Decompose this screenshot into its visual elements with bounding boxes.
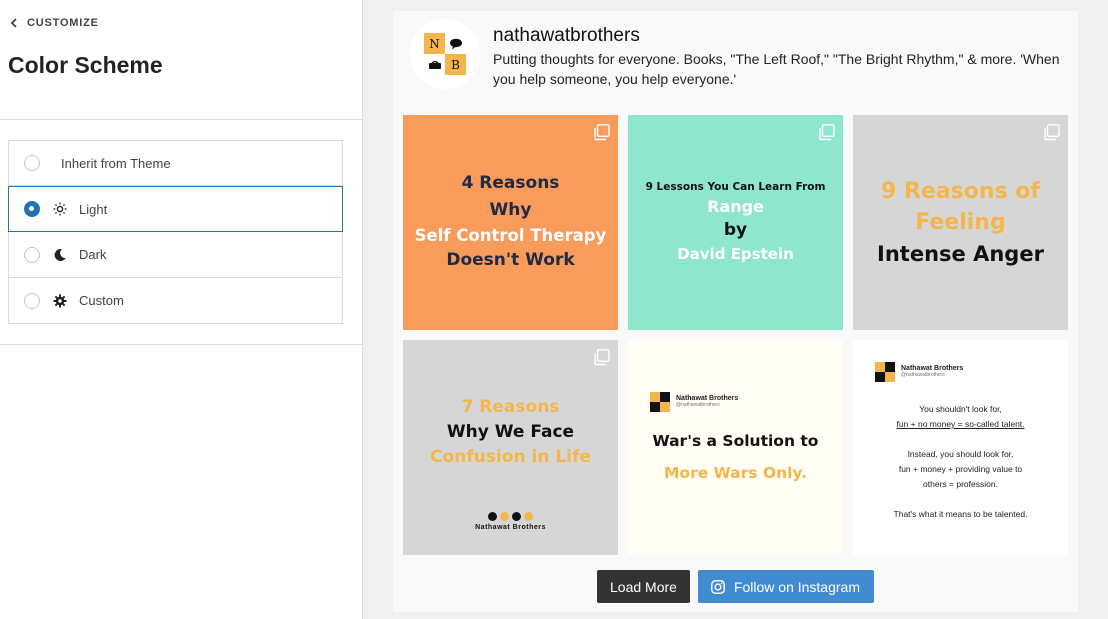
post-text: Instead, you should look for, <box>907 449 1014 459</box>
back-label: CUSTOMIZE <box>27 17 99 29</box>
option-inherit[interactable]: Inherit from Theme <box>8 140 343 186</box>
chevron-left-icon <box>10 18 17 28</box>
post-tile[interactable]: Nathawat Brothers @nathawatbrothers War's… <box>628 340 843 555</box>
sun-icon <box>53 202 67 216</box>
instagram-icon <box>711 579 725 594</box>
profile-header: N B nathawatbrothers Putting thoughts fo… <box>393 11 1078 111</box>
follow-on-instagram-button[interactable]: Follow on Instagram <box>697 570 874 603</box>
post-text: 9 Lessons You Can Learn From <box>645 180 826 193</box>
brand-mini-logo <box>875 362 895 382</box>
radio-button[interactable] <box>24 155 40 171</box>
brand-handle: @nathawatbrothers <box>676 402 720 409</box>
radio-button-selected[interactable] <box>24 201 40 217</box>
post-text: Why We Face <box>446 421 575 442</box>
post-text: Intense Anger <box>877 241 1044 266</box>
post-tile[interactable]: 9 Lessons You Can Learn From Range by Da… <box>628 115 843 330</box>
option-label: Inherit from Theme <box>61 155 171 171</box>
post-text: David Epstein <box>677 245 794 264</box>
post-text: Self Control Therapy <box>414 225 607 245</box>
carousel-icon <box>594 349 610 366</box>
divider <box>0 344 363 345</box>
gear-icon <box>53 294 67 308</box>
option-label: Dark <box>79 247 107 262</box>
load-more-button[interactable]: Load More <box>597 570 690 603</box>
post-tile[interactable]: 4 Reasons Why Self Control Therapy Doesn… <box>403 115 618 330</box>
carousel-icon <box>594 124 610 141</box>
post-brand: Nathawat Brothers @nathawatbrothers <box>650 392 738 412</box>
speech-bubble-icon <box>445 33 466 54</box>
feed-actions: Load More Follow on Instagram <box>393 570 1078 603</box>
post-text: You shouldn't look for, <box>919 404 1002 414</box>
brand-mini-logo <box>488 512 533 521</box>
option-label: Light <box>79 201 108 217</box>
moon-icon <box>53 248 67 262</box>
post-text: fun + no money = so-called talent. <box>896 419 1025 429</box>
brand-mini-logo <box>650 392 670 412</box>
bio-line: you help someone, you help everyone.' <box>493 71 737 87</box>
back-to-customize-link[interactable]: CUSTOMIZE <box>9 17 99 29</box>
logo-letter-n: N <box>424 33 445 54</box>
post-text: Range <box>707 197 764 217</box>
carousel-icon <box>1044 124 1060 141</box>
color-scheme-options: Inherit from Theme Light Dark Custom <box>8 140 343 324</box>
brand-logo: N B <box>424 33 466 75</box>
avatar[interactable]: N B <box>410 19 480 89</box>
post-text: More Wars Only. <box>664 464 807 482</box>
post-tile[interactable]: 9 Reasons of Feeling Intense Anger <box>853 115 1068 330</box>
post-text: fun + money + providing value to <box>898 464 1023 474</box>
follow-label: Follow on Instagram <box>733 578 860 595</box>
logo-letter-b: B <box>445 54 466 75</box>
option-dark[interactable]: Dark <box>8 232 343 278</box>
post-text: 4 Reasons <box>461 173 560 194</box>
brand-handle: @nathawatbrothers <box>901 372 945 379</box>
post-brand: Nathawat Brothers @nathawatbrothers <box>875 362 963 382</box>
post-text: Doesn't Work <box>446 250 575 271</box>
radio-button[interactable] <box>24 246 40 263</box>
bio-line: Putting thoughts for everyone. Books, "T… <box>493 51 1060 67</box>
post-text: 7 Reasons <box>461 396 560 417</box>
customizer-panel: CUSTOMIZE Color Scheme Inherit from Them… <box>0 0 363 619</box>
post-text: Why <box>489 199 532 220</box>
feed-preview: N B nathawatbrothers Putting thoughts fo… <box>393 11 1078 612</box>
carousel-icon <box>819 124 835 141</box>
divider <box>0 119 363 120</box>
post-text: by <box>723 220 748 241</box>
profile-bio: Putting thoughts for everyone. Books, "T… <box>493 49 1078 89</box>
post-tile[interactable]: 7 Reasons Why We Face Confusion in Life … <box>403 340 618 555</box>
option-label: Custom <box>79 293 124 308</box>
radio-button[interactable] <box>24 292 40 309</box>
post-text: Feeling <box>915 210 1006 236</box>
post-footer-brand: Nathawat Brothers <box>403 512 618 531</box>
option-custom[interactable]: Custom <box>8 278 343 324</box>
post-text: That's what it means to be talented. <box>893 509 1028 519</box>
option-light[interactable]: Light <box>8 186 343 232</box>
post-text: others = profession. <box>923 479 998 489</box>
post-footer-name: Nathawat Brothers <box>475 524 546 531</box>
post-tile[interactable]: Nathawat Brothers @nathawatbrothers You s… <box>853 340 1068 555</box>
post-text: Confusion in Life <box>430 447 591 468</box>
basket-icon <box>424 54 445 75</box>
post-body: You shouldn't look for, fun + no money =… <box>853 402 1068 522</box>
post-text: 9 Reasons of <box>881 178 1040 204</box>
panel-title: Color Scheme <box>8 52 163 78</box>
post-text: War's a Solution to <box>652 431 819 450</box>
username[interactable]: nathawatbrothers <box>493 25 640 47</box>
